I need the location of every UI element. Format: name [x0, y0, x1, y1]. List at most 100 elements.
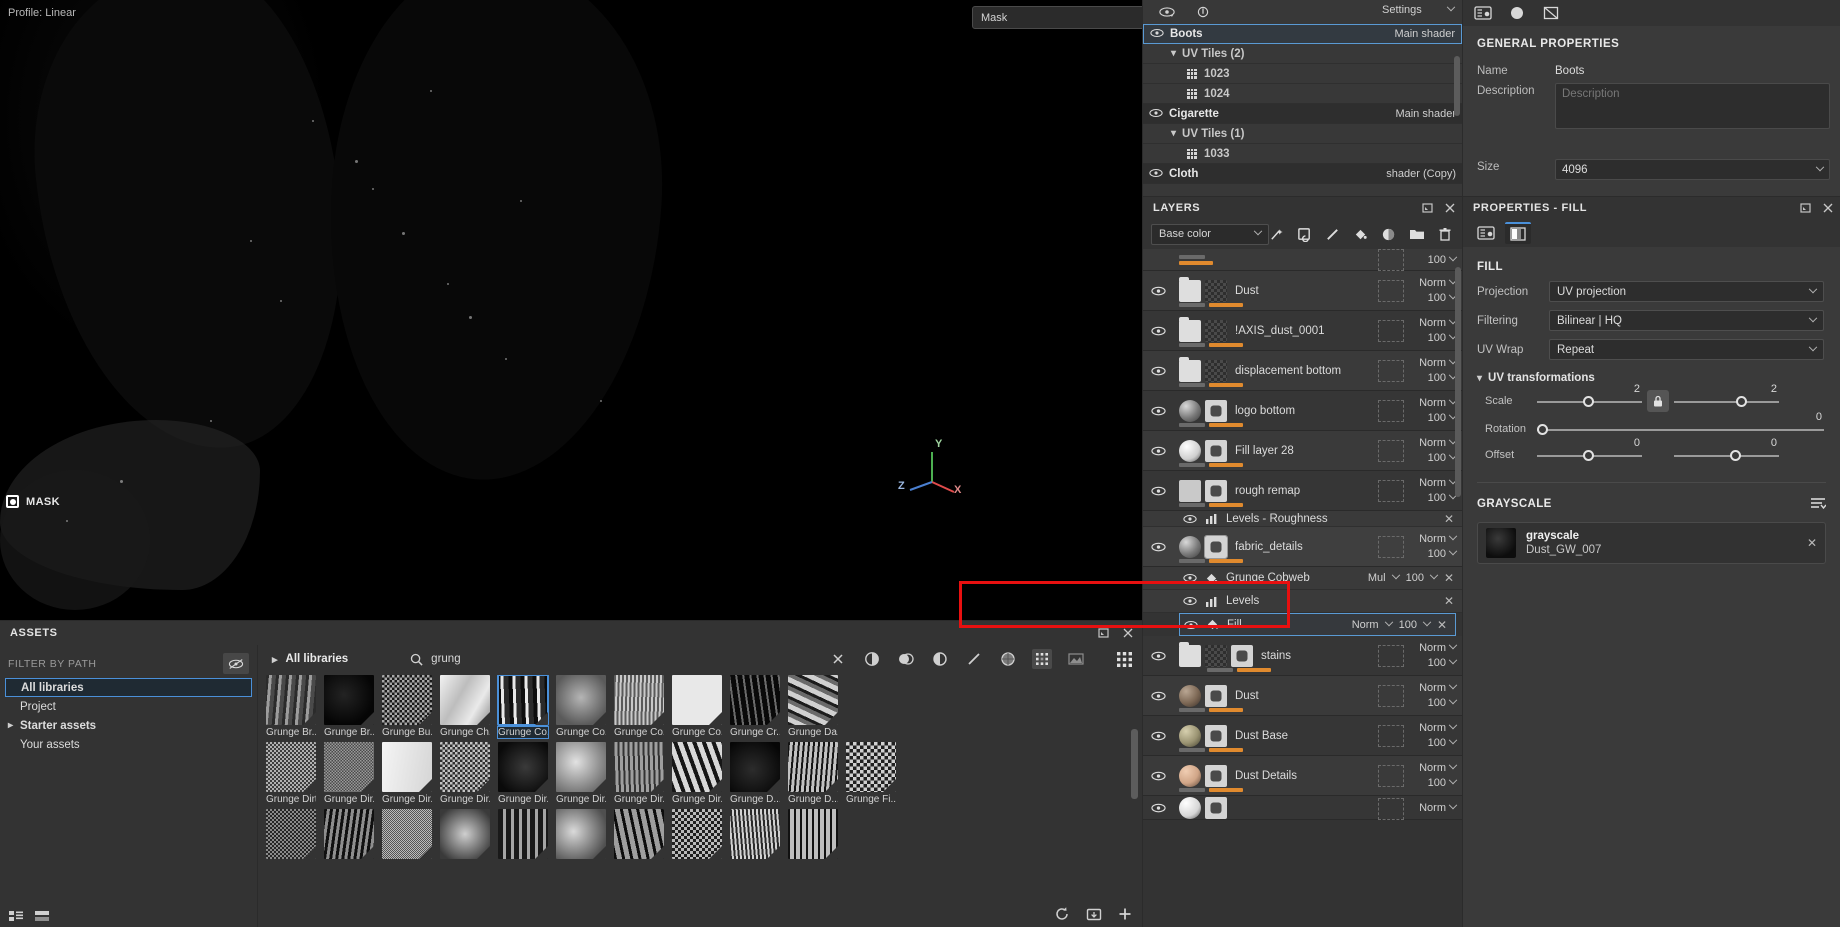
uv-tiles-group-cigarette[interactable]: ▾ UV Tiles (1) — [1143, 124, 1462, 144]
asset-cell[interactable] — [440, 809, 490, 859]
layer-opacity[interactable]: 100 — [1428, 372, 1446, 384]
mask-placeholder[interactable] — [1378, 440, 1404, 462]
eye-icon[interactable] — [1183, 573, 1197, 583]
undock-icon[interactable] — [1098, 627, 1110, 639]
layer-row-fill-layer-28[interactable]: Fill layer 28 Norm 100 — [1143, 431, 1462, 471]
asset-cell[interactable] — [730, 809, 780, 859]
sublayer-levels-roughness[interactable]: Levels - Roughness ✕ — [1143, 511, 1462, 527]
breadcrumb[interactable]: ▸ All libraries — [266, 653, 348, 666]
sublayer-blend-mode[interactable]: Mul — [1368, 572, 1386, 584]
add-icon[interactable] — [1118, 907, 1132, 921]
layer-row-stains[interactable]: stains Norm 100 — [1143, 636, 1462, 676]
eye-icon[interactable] — [1151, 326, 1179, 336]
uvwrap-dropdown[interactable]: Repeat — [1549, 339, 1824, 360]
eye-icon[interactable] — [1151, 803, 1179, 813]
asset-cell[interactable]: Grunge Dir... — [556, 742, 606, 805]
layer-blend-mode[interactable]: Norm — [1419, 533, 1446, 545]
asset-cell[interactable] — [672, 809, 722, 859]
close-icon[interactable] — [1822, 202, 1834, 214]
asset-cell[interactable] — [382, 809, 432, 859]
uv-settings-icon[interactable] — [1541, 4, 1561, 22]
eye-icon[interactable] — [1151, 406, 1179, 416]
layers-list[interactable]: 100 Dust Norm 100 !AXIS_dust_0001 Norm 1… — [1143, 249, 1462, 927]
refresh-icon[interactable] — [1054, 906, 1070, 922]
layer-blend-mode[interactable]: Norm — [1419, 357, 1446, 369]
eye-icon[interactable] — [1183, 596, 1197, 606]
settings-dropdown[interactable]: Settings — [1382, 1, 1456, 19]
layer-blend-mode[interactable]: Norm — [1419, 722, 1446, 734]
assets-grid[interactable]: Grunge Br... Grunge Br... Grunge Bu... G… — [266, 675, 1128, 897]
asset-cell[interactable]: Grunge Dir... — [382, 742, 432, 805]
close-icon[interactable] — [1122, 627, 1134, 639]
layer-opacity[interactable]: 100 — [1428, 332, 1446, 344]
asset-cell[interactable]: Grunge D... — [730, 742, 780, 805]
eye-single-icon[interactable] — [1193, 3, 1213, 21]
list-view-icon[interactable] — [8, 909, 24, 923]
import-icon[interactable] — [1086, 907, 1102, 922]
filter-materials-icon[interactable] — [862, 649, 882, 669]
layer-blend-mode[interactable]: Norm — [1419, 437, 1446, 449]
eye-icon[interactable] — [1183, 514, 1197, 524]
asset-cell[interactable] — [614, 809, 664, 859]
uv-tile-1023[interactable]: 1023 — [1143, 64, 1462, 84]
3d-viewport[interactable]: Profile: Linear MASK Y X Z Mask — [0, 0, 1142, 620]
eye-icon[interactable] — [1151, 771, 1179, 781]
eye-icon[interactable] — [1151, 446, 1179, 456]
asset-cell[interactable]: Grunge Fi... — [846, 742, 896, 805]
size-dropdown[interactable]: 4096 — [1555, 159, 1830, 180]
mask-placeholder[interactable] — [1378, 320, 1404, 342]
eye-icon[interactable] — [1149, 108, 1163, 120]
sublayer-grunge-cobweb[interactable]: Grunge Cobweb Mul 100 ✕ — [1143, 567, 1462, 590]
search-box[interactable]: grung — [410, 653, 710, 666]
asset-cell[interactable] — [788, 809, 838, 859]
uv-tile-1033[interactable]: 1033 — [1143, 144, 1462, 164]
layer-row-logo-bottom[interactable]: logo bottom Norm 100 — [1143, 391, 1462, 431]
layer-row-dust-base[interactable]: Dust Base Norm 100 — [1143, 716, 1462, 756]
layer-blend-mode[interactable]: Norm — [1419, 762, 1446, 774]
scale-u-slider[interactable]: 2 — [1537, 383, 1642, 410]
layer-row-partial[interactable]: 100 — [1143, 249, 1462, 271]
asset-cell[interactable]: Grunge Da... — [788, 675, 838, 738]
remove-effect-icon[interactable]: ✕ — [1444, 572, 1454, 584]
layer-blend-mode[interactable]: Norm — [1419, 802, 1446, 814]
asset-cell[interactable]: Grunge Dirt — [266, 742, 316, 805]
layer-row-fabric-details[interactable]: fabric_details Norm 100 — [1143, 527, 1462, 567]
asset-cell[interactable]: Grunge Bu... — [382, 675, 432, 738]
layer-row-axis-dust[interactable]: !AXIS_dust_0001 Norm 100 — [1143, 311, 1462, 351]
layer-row-rough-remap[interactable]: rough remap Norm 100 — [1143, 471, 1462, 511]
asset-cell[interactable]: Grunge Ch... — [440, 675, 490, 738]
sublayer-opacity[interactable]: 100 — [1406, 572, 1424, 584]
texture-set-scrollbar[interactable] — [1454, 26, 1460, 146]
layer-opacity[interactable]: 100 — [1428, 254, 1446, 266]
texture-set-settings-icon[interactable] — [1473, 4, 1493, 22]
close-icon[interactable] — [1444, 202, 1456, 214]
layer-blend-mode[interactable]: Norm — [1419, 277, 1446, 289]
asset-cell[interactable] — [266, 809, 316, 859]
grayscale-slot-card[interactable]: grayscale Dust_GW_007 ✕ — [1477, 522, 1826, 564]
search-input[interactable]: grung — [431, 653, 460, 665]
layer-blend-mode[interactable]: Norm — [1419, 642, 1446, 654]
mask-placeholder[interactable] — [1378, 798, 1404, 820]
layers-scrollbar[interactable] — [1455, 255, 1461, 921]
texture-set-cigarette[interactable]: Cigarette Main shader — [1143, 104, 1462, 124]
add-fill-icon[interactable] — [1353, 227, 1368, 242]
eye-icon[interactable] — [1151, 651, 1179, 661]
add-folder-icon[interactable] — [1409, 227, 1425, 241]
sublayer-blend-mode[interactable]: Norm — [1352, 619, 1379, 631]
filter-alphas-icon[interactable] — [930, 649, 950, 669]
add-fill-layer-icon[interactable] — [1297, 227, 1312, 242]
asset-cell[interactable]: Grunge Co... — [556, 675, 606, 738]
layer-blend-mode[interactable]: Norm — [1419, 397, 1446, 409]
add-smart-material-icon[interactable] — [1381, 227, 1396, 242]
magic-wand-icon[interactable] — [1269, 227, 1284, 242]
layer-blend-mode[interactable]: Norm — [1419, 317, 1446, 329]
mask-channel-dropdown[interactable]: Mask — [972, 6, 1142, 29]
layer-blend-mode[interactable]: Norm — [1419, 682, 1446, 694]
asset-cell[interactable]: Grunge Br... — [324, 675, 374, 738]
shader-settings-icon[interactable] — [1507, 4, 1527, 22]
layer-opacity[interactable]: 100 — [1428, 697, 1446, 709]
library-item-all-libraries[interactable]: All libraries — [5, 678, 252, 697]
library-item-your-assets[interactable]: Your assets — [0, 735, 257, 754]
assets-grid-scrollbar[interactable] — [1131, 679, 1138, 893]
filtering-dropdown[interactable]: Bilinear | HQ — [1549, 310, 1824, 331]
